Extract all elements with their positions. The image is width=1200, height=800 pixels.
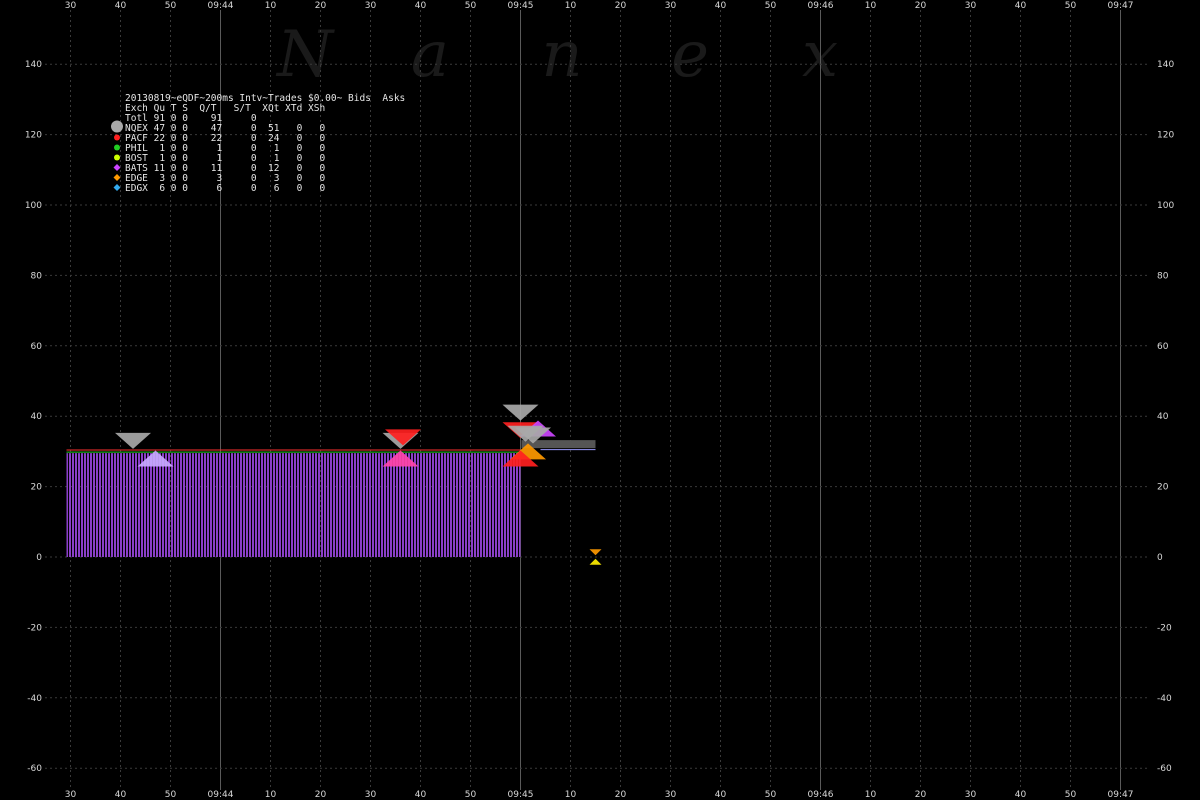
y-tick-label-left: 60 [31, 342, 43, 352]
x-tick-label-bottom: 09:46 [808, 790, 834, 800]
x-tick-label-bottom: 50 [465, 790, 477, 800]
y-tick-label-right: 100 [1157, 201, 1174, 211]
y-tick-label-right: 60 [1157, 342, 1169, 352]
x-tick-label-bottom: 10 [565, 790, 577, 800]
x-tick-label-top: 30 [665, 1, 677, 11]
x-tick-label-top: 50 [165, 1, 177, 11]
x-tick-label-bottom: 40 [715, 790, 727, 800]
x-axis-top: 30 40 50 09:44 10 20 30 40 50 09:45 10 20 30 40 50 09:4… [65, 1, 1134, 11]
y-tick-label-right: 140 [1157, 60, 1174, 70]
x-tick-label-bottom: 20 [915, 790, 927, 800]
legend-marker [111, 120, 123, 133]
y-axis-right: 140 120 100 80 60 40 20 0 -20 -40 -60 [1157, 60, 1174, 774]
x-tick-label-top: 20 [915, 1, 927, 11]
x-tick-label-top: 09:44 [208, 1, 234, 11]
x-tick-label-top: 40 [115, 1, 127, 11]
x-tick-label-top: 30 [65, 1, 77, 11]
y-axis-left: 140 120 100 80 60 40 20 0 -20 -40 -60 [25, 60, 42, 774]
y-tick-label-right: -20 [1157, 623, 1172, 633]
x-tick-label-bottom: 20 [615, 790, 627, 800]
y-tick-label-left: -60 [27, 764, 42, 774]
x-tick-label-bottom: 30 [665, 790, 677, 800]
x-tick-label-bottom: 09:44 [208, 790, 234, 800]
y-tick-label-left: 80 [31, 271, 43, 281]
y-tick-label-left: 40 [31, 412, 43, 422]
nbbo-spread-fill [66, 453, 521, 557]
x-tick-label-bottom: 20 [315, 790, 327, 800]
x-tick-label-top: 10 [265, 1, 277, 11]
y-tick-label-right: 0 [1157, 553, 1163, 563]
x-tick-label-bottom: 50 [1065, 790, 1077, 800]
legend-marker [114, 134, 120, 141]
x-tick-label-top: 40 [1015, 1, 1027, 11]
x-tick-label-top: 50 [765, 1, 777, 11]
y-tick-label-left: 140 [25, 60, 42, 70]
x-tick-label-top: 09:46 [808, 1, 834, 11]
x-tick-label-top: 30 [965, 1, 977, 11]
x-tick-label-bottom: 10 [865, 790, 877, 800]
x-tick-label-bottom: 40 [1015, 790, 1027, 800]
x-axis-bottom: 30 40 50 09:44 10 20 30 40 50 09:45 10 20 30 40 50 09:4… [65, 790, 1134, 800]
x-tick-label-bottom: 30 [965, 790, 977, 800]
y-tick-label-left: 0 [36, 553, 42, 563]
x-tick-label-top: 50 [1065, 1, 1077, 11]
x-tick-label-top: 09:47 [1108, 1, 1134, 11]
x-tick-label-top: 40 [415, 1, 427, 11]
x-tick-label-bottom: 30 [365, 790, 377, 800]
bid-marker [589, 558, 602, 565]
x-tick-label-top: 20 [615, 1, 627, 11]
x-tick-label-top: 20 [315, 1, 327, 11]
y-tick-label-left: 100 [25, 201, 42, 211]
y-tick-label-right: 20 [1157, 483, 1169, 493]
chart-stage: Nanex 30 40 50 09:44 10 20 30 40 50 09:45 10 20 30 40… [0, 0, 1200, 800]
y-tick-label-right: 120 [1157, 131, 1174, 141]
x-tick-label-top: 50 [465, 1, 477, 11]
x-tick-label-bottom: 40 [415, 790, 427, 800]
x-tick-label-bottom: 30 [65, 790, 77, 800]
x-tick-label-top: 30 [365, 1, 377, 11]
legend-row: EDGX 6 0 0 6 0 6 0 0 [125, 183, 325, 194]
y-tick-label-left: -40 [27, 694, 42, 704]
y-tick-label-right: 80 [1157, 271, 1169, 281]
x-tick-label-bottom: 09:47 [1108, 790, 1134, 800]
y-tick-label-right: -60 [1157, 764, 1172, 774]
ask-marker [589, 549, 602, 556]
x-tick-label-bottom: 09:45 [508, 790, 534, 800]
x-tick-label-bottom: 50 [765, 790, 777, 800]
legend: 20130819~eQDF~200ms Intv~Trades $0.00~ B… [111, 93, 405, 194]
x-tick-label-bottom: 40 [115, 790, 127, 800]
y-tick-label-right: -40 [1157, 694, 1172, 704]
legend-marker [113, 184, 121, 191]
nanex-chart: Nanex 30 40 50 09:44 10 20 30 40 50 09:45 10 20 30 40… [25, 1, 1175, 800]
legend-marker [114, 144, 120, 151]
watermark-letter: n [541, 18, 582, 92]
ask-marker [502, 404, 539, 421]
x-tick-label-top: 40 [715, 1, 727, 11]
legend-marker [114, 154, 120, 161]
watermark: Nanex [275, 18, 838, 92]
y-tick-label-left: -20 [27, 623, 42, 633]
x-tick-label-top: 09:45 [508, 1, 534, 11]
y-tick-label-left: 120 [25, 131, 42, 141]
y-tick-label-left: 20 [31, 483, 43, 493]
watermark-letter: N [275, 18, 335, 92]
y-tick-label-right: 40 [1157, 412, 1169, 422]
watermark-letter: e [671, 18, 709, 92]
x-tick-label-bottom: 50 [165, 790, 177, 800]
watermark-letter: a [411, 18, 449, 92]
x-tick-label-top: 10 [565, 1, 577, 11]
x-tick-label-top: 10 [865, 1, 877, 11]
legend-marker [113, 174, 121, 181]
x-tick-label-bottom: 10 [265, 790, 277, 800]
legend-marker [113, 164, 121, 171]
